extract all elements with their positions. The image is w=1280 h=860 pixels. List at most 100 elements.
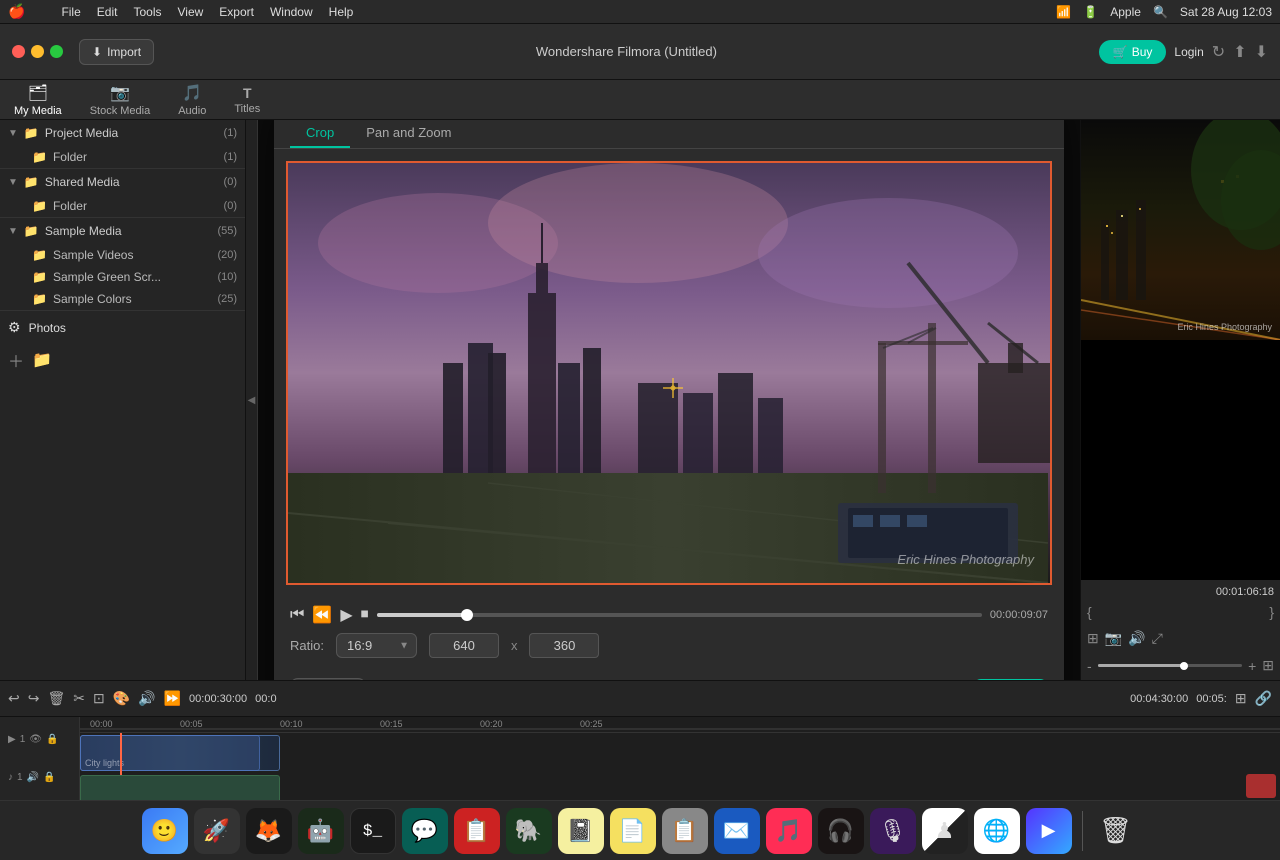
sidebar-collapse-handle[interactable]: ◀ (246, 120, 258, 680)
snap-button[interactable]: ⊞ (1235, 690, 1247, 707)
login-button[interactable]: Login (1174, 45, 1203, 59)
tab-my-media[interactable]: 🗂 My Media (8, 81, 68, 119)
menu-file[interactable]: File (61, 5, 80, 19)
dock-terminal[interactable]: $_ (350, 808, 396, 854)
tab-titles[interactable]: T Titles (228, 83, 266, 117)
toolbar-share-icon[interactable]: ⬆ (1233, 42, 1246, 62)
watermark: Eric Hines Photography (897, 552, 1034, 567)
sidebar-shared-media-header[interactable]: ▼ 📁 Shared Media (0) (0, 169, 245, 195)
dock-spotify[interactable]: 🎧 (818, 808, 864, 854)
dock-notes[interactable]: 📓 (558, 808, 604, 854)
menu-tools[interactable]: Tools (133, 5, 161, 19)
dock-launchpad[interactable]: 🚀 (194, 808, 240, 854)
height-input[interactable] (529, 633, 599, 658)
stop-button[interactable]: ⏹ (361, 606, 369, 624)
sidebar-sample-media-header[interactable]: ▼ 📁 Sample Media (55) (0, 218, 245, 244)
import-button[interactable]: ⬇ Import (79, 39, 154, 65)
folder-icon: 📁 (32, 150, 47, 164)
dock-chess[interactable]: ♟ (922, 808, 968, 854)
dock-quicklook[interactable]: 📋 (662, 808, 708, 854)
dock-evernote[interactable]: 🐘 (506, 808, 552, 854)
dock-mail[interactable]: ✉️ (714, 808, 760, 854)
sidebar-add-button[interactable]: ＋ (8, 348, 24, 372)
cut-button[interactable]: ✂ (73, 690, 85, 707)
menu-view[interactable]: View (177, 5, 203, 19)
tab-stock-media[interactable]: 📷 Stock Media (84, 81, 157, 119)
crop-preview-area[interactable]: Eric Hines Photography (286, 161, 1052, 585)
sidebar-item-project-folder[interactable]: 📁 Folder (1) (24, 146, 245, 168)
sidebar-folder-button[interactable]: 📁 (32, 350, 52, 370)
tab-pan-zoom[interactable]: Pan and Zoom (350, 120, 467, 148)
tab-crop[interactable]: Crop (290, 120, 350, 148)
prev-frame-button[interactable]: ⏮ (290, 606, 304, 624)
redo-button[interactable]: ↪ (28, 690, 40, 707)
timeline-selection[interactable] (80, 735, 260, 771)
sidebar-bottom-actions: ＋ 📁 (0, 344, 245, 376)
width-input[interactable] (429, 633, 499, 658)
tab-audio[interactable]: 🎵 Audio (172, 81, 212, 119)
podcasts-icon: 🎙 (879, 818, 907, 844)
sidebar-item-shared-folder[interactable]: 📁 Folder (0) (24, 195, 245, 217)
dock-whatsapp[interactable]: 💬 (402, 808, 448, 854)
close-button[interactable] (12, 45, 25, 58)
dock-music[interactable]: 🎵 (766, 808, 812, 854)
minimize-button[interactable] (31, 45, 44, 58)
dock-chrome[interactable]: 🌐 (974, 808, 1020, 854)
menu-edit[interactable]: Edit (97, 5, 118, 19)
zoom-slider[interactable] (1098, 664, 1242, 667)
crop-icon[interactable]: ⊞ (1087, 630, 1099, 647)
sidebar-project-media-header[interactable]: ▼ 📁 Project Media (1) (0, 120, 245, 146)
menubar-apple-account[interactable]: Apple (1110, 5, 1141, 19)
ok-button[interactable]: OK (973, 679, 1048, 680)
buy-button[interactable]: 🛒 Buy (1099, 40, 1167, 64)
keyframe-end-icon[interactable]: } (1269, 604, 1274, 620)
crop-window: Crop and Zoom ? Crop Pan and Zoom (274, 120, 1064, 680)
dock-podcasts[interactable]: 🎙 (870, 808, 916, 854)
undo-button[interactable]: ↩ (8, 690, 20, 707)
dock-finder[interactable]: 🙂 (142, 808, 188, 854)
menu-help[interactable]: Help (329, 5, 354, 19)
grid-icon[interactable]: ⊞ (1262, 657, 1274, 674)
snapshot-icon[interactable]: 📷 (1105, 630, 1122, 647)
menu-export[interactable]: Export (219, 5, 254, 19)
color-button[interactable]: 🎨 (113, 690, 130, 707)
plus-icon[interactable]: + (1248, 658, 1256, 674)
dock-android-studio[interactable]: 🤖 (298, 808, 344, 854)
link-button[interactable]: 🔗 (1255, 690, 1272, 707)
dock-stickies[interactable]: 📄 (610, 808, 656, 854)
sidebar-item-sample-videos[interactable]: 📁 Sample Videos (20) (24, 244, 245, 266)
maximize-button[interactable] (50, 45, 63, 58)
toolbar-sync-icon[interactable]: ↻ (1212, 42, 1225, 62)
menubar-search-icon[interactable]: 🔍 (1153, 5, 1168, 19)
sidebar-item-sample-colors[interactable]: 📁 Sample Colors (25) (24, 288, 245, 310)
dock-tasks[interactable]: 📋 (454, 808, 500, 854)
dock-trash[interactable]: 🗑 (1093, 808, 1139, 854)
audio-timeline-button[interactable]: 🔊 (138, 690, 155, 707)
ratio-select[interactable]: 16:9 4:3 1:1 9:16 Custom (336, 633, 417, 658)
lock-icon[interactable]: 🔒 (46, 734, 58, 745)
reset-button[interactable]: Reset (290, 678, 366, 680)
timeline-clip-audio[interactable] (80, 775, 280, 800)
speed-button[interactable]: ⏩ (164, 690, 181, 707)
apple-icon[interactable]: 🍎 (8, 3, 25, 20)
step-back-button[interactable]: ⏪ (312, 605, 332, 625)
audio-lock-icon[interactable]: 🔒 (43, 772, 55, 783)
minus-icon[interactable]: - (1087, 658, 1092, 674)
sidebar-item-sample-green[interactable]: 📁 Sample Green Scr... (10) (24, 266, 245, 288)
play-button[interactable]: ▶ (340, 605, 352, 625)
progress-bar[interactable] (377, 613, 982, 617)
eye-icon[interactable]: 👁 (29, 734, 42, 745)
spotify-icon: 🎧 (827, 818, 854, 844)
dock-firefox[interactable]: 🦊 (246, 808, 292, 854)
keyframe-start-icon[interactable]: { (1087, 604, 1092, 620)
menu-window[interactable]: Window (270, 5, 313, 19)
fullscreen-icon[interactable]: ⤢ (1152, 630, 1163, 647)
delete-button[interactable]: 🗑 (47, 690, 65, 707)
zoom-fill (1098, 664, 1185, 667)
mute-icon[interactable]: 🔊 (27, 772, 39, 783)
crop-timeline-button[interactable]: ⊡ (93, 690, 105, 707)
dock-filmora[interactable]: ▶ (1026, 808, 1072, 854)
toolbar-download-icon[interactable]: ⬇ (1255, 42, 1268, 62)
audio-icon[interactable]: 🔊 (1128, 630, 1145, 647)
sidebar-item-photos[interactable]: ⚙ Photos (0, 311, 245, 344)
